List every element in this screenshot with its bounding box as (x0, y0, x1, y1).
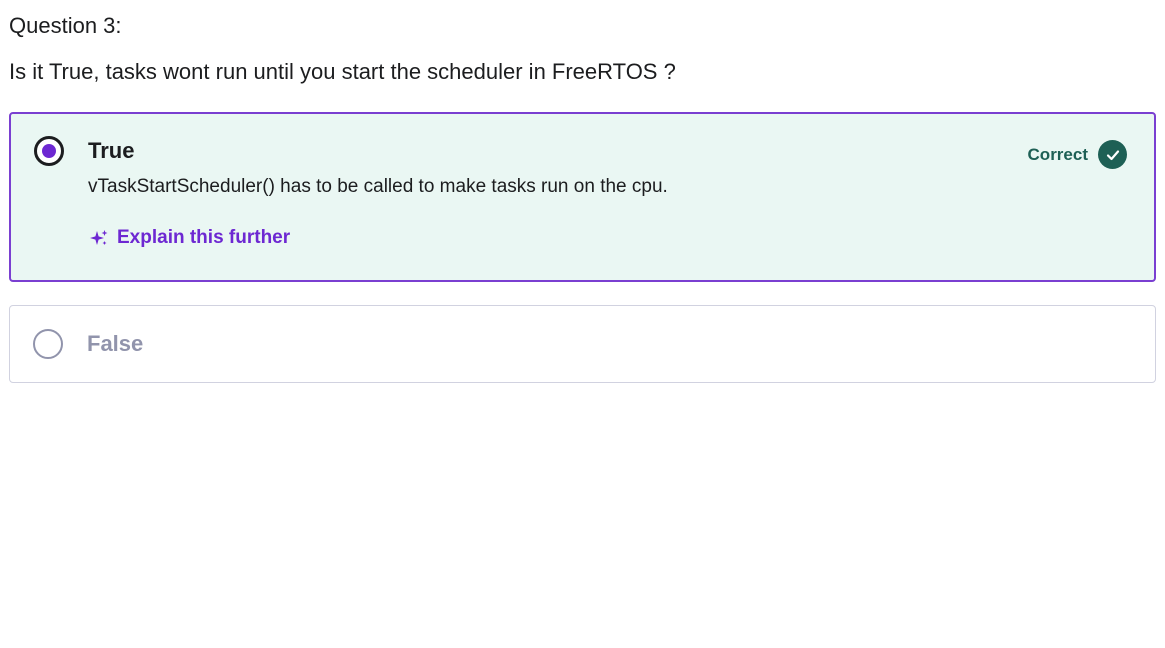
sparkle-icon (90, 230, 108, 245)
check-circle-icon (1098, 140, 1127, 169)
answer-option-true[interactable]: True Correct vTaskStartScheduler() has t… (9, 112, 1156, 282)
answer-option-false[interactable]: False (9, 305, 1156, 383)
answer-option-label: True (88, 138, 135, 163)
answer-option-label: False (87, 331, 144, 356)
correct-label: Correct (1027, 144, 1088, 164)
explain-further-button[interactable]: Explain this further (89, 226, 290, 250)
question-number-label: Question 3: (9, 13, 122, 38)
radio-empty-icon[interactable] (33, 329, 63, 359)
radio-selected-icon[interactable] (34, 136, 64, 166)
correct-status-badge: Correct (1028, 140, 1127, 169)
explain-further-label: Explain this further (117, 227, 291, 248)
answer-explanation: vTaskStartScheduler() has to be called t… (88, 176, 668, 197)
question-text: Is it True, tasks wont run until you sta… (9, 59, 676, 84)
